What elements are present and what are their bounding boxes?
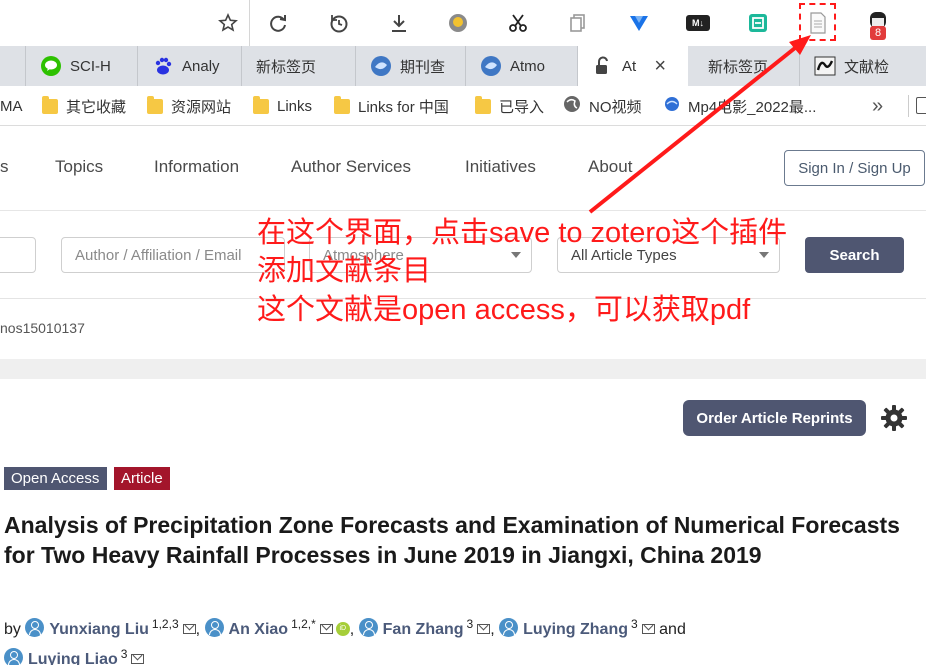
- annotation-text: 添加文献条目: [257, 255, 432, 287]
- annotation-arrow: [588, 35, 811, 214]
- annotation-text: 这个文献是open access，可以获取pdf: [257, 294, 751, 326]
- annotation-text: 在这个界面，点击save to zotero这个插件: [257, 217, 788, 249]
